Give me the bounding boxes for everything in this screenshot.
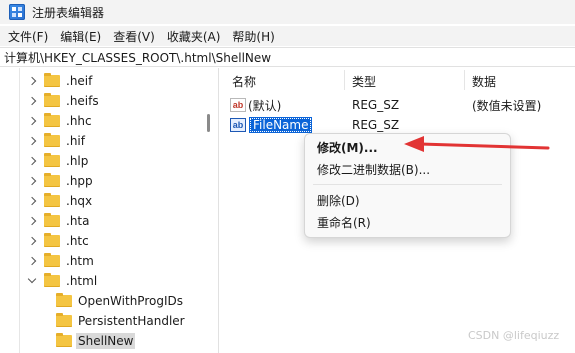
watermark-text: CSDN @lifeqiuzz: [468, 329, 560, 342]
red-arrow-annotation: [404, 136, 550, 152]
